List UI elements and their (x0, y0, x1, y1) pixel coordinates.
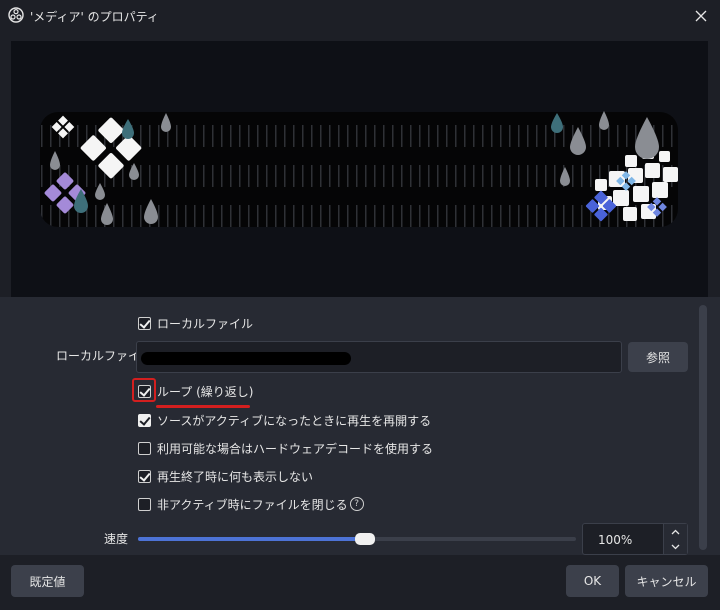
spin-buttons (663, 524, 687, 554)
show-nothing-checkbox-label: 再生終了時に何も表示しない (157, 469, 314, 484)
restart-checkbox[interactable] (138, 413, 151, 427)
browse-button[interactable]: 参照 (628, 342, 688, 372)
scrollbar-thumb[interactable] (699, 305, 707, 550)
redacted-path (141, 352, 351, 365)
spin-down-button[interactable] (664, 539, 687, 554)
properties-scrollbar[interactable] (699, 305, 707, 550)
restart-checkbox-label: ソースがアクティブになったときに再生を再開する (157, 413, 432, 428)
window-title: 'メディア' のプロパティ (30, 10, 159, 24)
ok-button[interactable]: OK (566, 565, 619, 597)
speed-value: 100% (598, 533, 633, 547)
loop-checkbox-label: ループ (繰り返し) (157, 384, 254, 399)
speed-slider-thumb[interactable] (355, 533, 375, 545)
close-file-toggle[interactable]: 非アクティブ時にファイルを閉じる ? (138, 494, 364, 514)
speed-spinbox[interactable]: 100% (582, 523, 688, 555)
speed-label: 速度 (104, 532, 129, 546)
local-file-toggle[interactable]: ローカルファイル (138, 313, 253, 333)
media-preview (11, 41, 708, 297)
show-nothing-checkbox[interactable] (138, 469, 151, 483)
annotation-highlight-box (132, 378, 156, 402)
preview-image (40, 111, 678, 227)
close-button[interactable] (688, 3, 714, 29)
annotation-underline (156, 405, 250, 408)
obs-icon (8, 7, 24, 23)
chevron-down-icon (671, 544, 680, 549)
spin-up-button[interactable] (664, 524, 687, 539)
close-file-checkbox[interactable] (138, 497, 151, 511)
speed-slider-fill (138, 537, 357, 541)
chevron-up-icon (671, 529, 680, 534)
close-file-checkbox-label: 非アクティブ時にファイルを閉じる (157, 497, 348, 512)
show-nothing-toggle[interactable]: 再生終了時に何も表示しない (138, 466, 313, 486)
close-icon (695, 10, 707, 22)
help-icon[interactable]: ? (349, 497, 364, 511)
defaults-button[interactable]: 既定値 (11, 565, 84, 597)
hw-decode-checkbox[interactable] (138, 441, 151, 455)
hw-decode-checkbox-label: 利用可能な場合はハードウェアデコードを使用する (157, 441, 434, 456)
local-file-checkbox[interactable] (138, 316, 151, 330)
hw-decode-toggle[interactable]: 利用可能な場合はハードウェアデコードを使用する (138, 438, 433, 458)
cancel-button[interactable]: キャンセル (625, 565, 708, 597)
title-bar: 'メディア' のプロパティ (0, 0, 720, 32)
local-file-checkbox-label: ローカルファイル (157, 316, 254, 331)
restart-toggle[interactable]: ソースがアクティブになったときに再生を再開する (138, 410, 431, 430)
local-file-path-input[interactable] (136, 341, 622, 373)
